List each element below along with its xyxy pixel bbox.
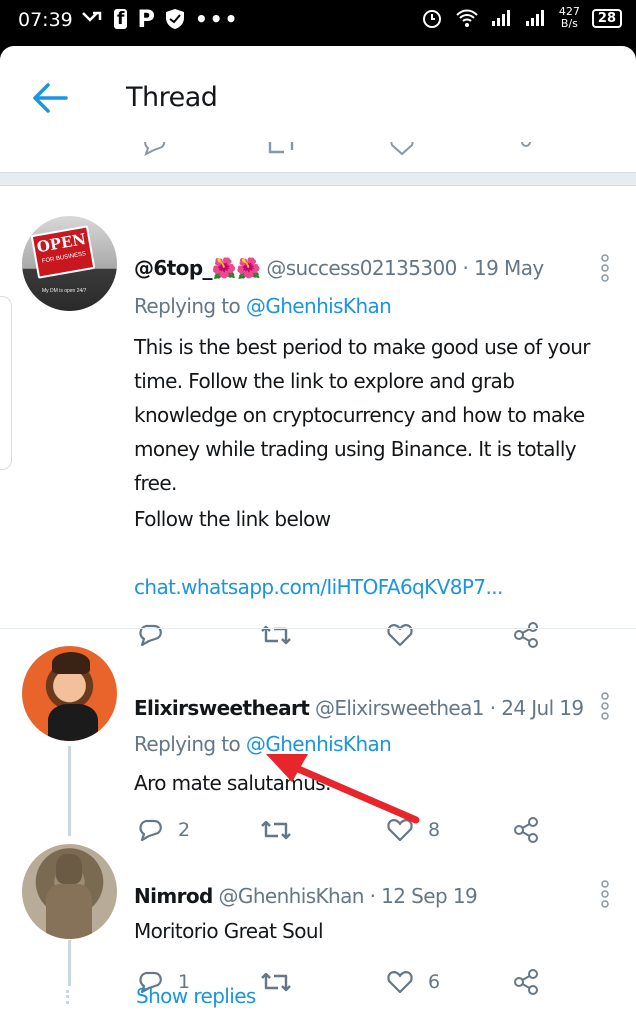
tweet-header: Elixirsweetheart @Elixirsweethea1 · 24 J… [134, 696, 584, 720]
alarm-icon [422, 10, 441, 28]
section-separator [0, 172, 636, 186]
share-icon[interactable] [512, 968, 540, 996]
replying-to-prefix: Replying to [134, 294, 241, 318]
display-name[interactable]: @6top_🌺🌺 [134, 256, 261, 280]
reply-icon[interactable] [140, 142, 168, 158]
thread-dots [66, 990, 72, 1004]
page-title: Thread [126, 82, 218, 113]
network-speed-unit: B/s [560, 17, 578, 30]
like-action[interactable]: 6 [386, 968, 440, 996]
share-icon[interactable] [518, 142, 546, 158]
replying-to-prefix: Replying to [134, 732, 241, 756]
retweet-icon[interactable] [260, 968, 292, 996]
display-name[interactable]: Nimrod [134, 884, 213, 908]
more-options-icon[interactable] [600, 880, 610, 908]
tweet-text-2: Follow the link below [134, 507, 331, 531]
tweet-date: · 24 Jul 19 [489, 696, 584, 720]
system-icons: 427 B/s 28 [421, 6, 622, 30]
replying-to-mention[interactable]: @GhenhisKhan [246, 294, 392, 318]
header: Thread [0, 46, 636, 146]
tweet-divider [0, 628, 636, 629]
avatar[interactable] [22, 844, 117, 939]
status-bar: 07:39 f P ••• 427 B/s 28 [0, 0, 636, 40]
retweet-icon[interactable] [266, 142, 296, 158]
share-action[interactable] [512, 968, 540, 996]
facebook-icon: f [114, 9, 128, 29]
tweet-text: This is the best period to make good use… [134, 335, 591, 495]
thread-sheet: Thread OPEN FOR BUSINESS My DM is open 2… [0, 46, 636, 1024]
handle[interactable]: @success02135300 [266, 256, 457, 280]
annotation-arrow [266, 754, 420, 824]
battery-icon: 28 [591, 8, 622, 28]
network-speed: 427 B/s [559, 6, 580, 30]
tweet-link[interactable]: chat.whatsapp.com/IiHTOFA6qKV8P7... [134, 570, 604, 604]
tweet-date: · 19 May [462, 256, 545, 280]
tweet-text: Moritorio Great Soul [134, 919, 324, 943]
replying-to: Replying to @GhenhisKhan [134, 294, 392, 318]
handle[interactable]: @Elixirsweethea1 [315, 696, 485, 720]
signal-icon-2 [525, 10, 544, 26]
missed-call-icon [82, 11, 102, 22]
tweet-6top[interactable]: OPEN FOR BUSINESS My DM is open 24/7 @6t… [0, 196, 636, 648]
heart-icon[interactable] [386, 968, 414, 996]
shield-icon [166, 9, 184, 29]
back-arrow-icon[interactable] [30, 80, 70, 116]
like-count: 6 [428, 971, 441, 993]
avatar[interactable]: OPEN FOR BUSINESS My DM is open 24/7 [22, 216, 117, 311]
signal-icon [491, 10, 510, 26]
thread-connector [68, 940, 71, 986]
more-options-icon[interactable] [600, 254, 610, 282]
avatar-caption: My DM is open 24/7 [42, 288, 87, 294]
avatar[interactable] [22, 646, 117, 741]
handle[interactable]: @GhenhisKhan [219, 884, 365, 908]
previous-tweet-actions [0, 142, 636, 158]
status-time: 07:39 [18, 9, 73, 31]
like-icon[interactable] [388, 142, 416, 158]
tweet-nimrod[interactable]: Nimrod @GhenhisKhan · 12 Sep 19 Moritori… [0, 826, 636, 995]
wifi-icon [456, 9, 478, 27]
notification-icons: f P ••• [80, 6, 239, 32]
tweet-header: Nimrod @GhenhisKhan · 12 Sep 19 [134, 884, 478, 908]
more-options-icon[interactable] [600, 692, 610, 720]
p-app-icon: P [137, 5, 155, 33]
show-replies-link[interactable]: Show replies [136, 984, 256, 1008]
tweet-date: · 12 Sep 19 [369, 884, 478, 908]
thread-connector [68, 746, 71, 836]
retweet-action[interactable] [260, 968, 292, 996]
tweet-header: @6top_🌺🌺 @success02135300 · 19 May [134, 256, 544, 280]
more-dots-icon: ••• [195, 7, 240, 31]
display-name[interactable]: Elixirsweetheart [134, 696, 310, 720]
